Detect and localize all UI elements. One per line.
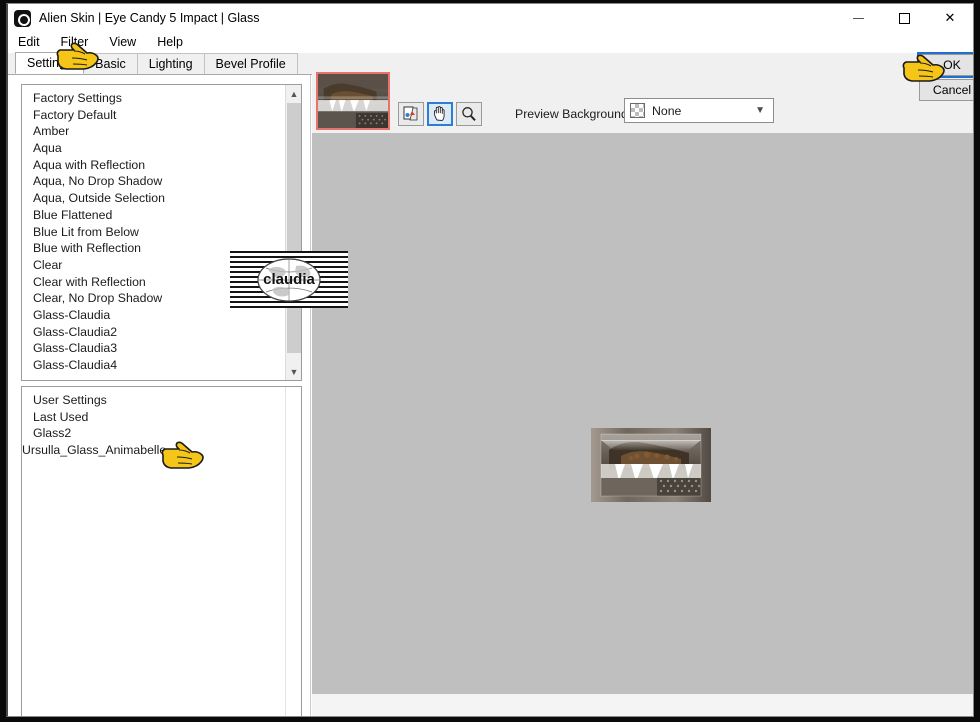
user-settings-list-items: User Settings Last Used Glass2 Ursulla_G… xyxy=(22,387,285,716)
list-item[interactable]: Aqua with Reflection xyxy=(22,157,285,174)
list-item[interactable]: Amber xyxy=(22,123,285,140)
title-bar: Alien Skin | Eye Candy 5 Impact | Glass … xyxy=(8,4,973,32)
list-item[interactable]: Glass-Claudia xyxy=(22,307,285,324)
list-item[interactable]: Glass-Claudia2 xyxy=(22,324,285,341)
screen-root: Alien Skin | Eye Candy 5 Impact | Glass … xyxy=(0,0,980,722)
list-item[interactable]: Factory Default xyxy=(22,107,285,124)
application-window: Alien Skin | Eye Candy 5 Impact | Glass … xyxy=(6,3,974,717)
menu-item-view[interactable]: View xyxy=(109,35,136,49)
user-list-scrollbar[interactable] xyxy=(285,387,301,716)
thumbnail-image xyxy=(318,74,388,128)
list-item[interactable]: Factory Settings xyxy=(22,90,285,107)
hand-pan-tool-button[interactable] xyxy=(427,102,453,126)
cancel-button[interactable]: Cancel xyxy=(919,79,973,101)
list-item[interactable]: Glass2 xyxy=(22,425,285,442)
watermark-globe-icon: claudia xyxy=(257,257,321,302)
zoom-tool-button[interactable] xyxy=(456,102,482,126)
menu-item-filter[interactable]: Filter xyxy=(61,35,89,49)
selected-user-setting[interactable]: Ursulla_Glass_Animabelle xyxy=(22,443,166,457)
preview-image-container[interactable] xyxy=(591,428,711,502)
list-item[interactable]: Glass-Claudia3 xyxy=(22,340,285,357)
list-item[interactable]: Glass-Claudia4 xyxy=(22,357,285,374)
ok-button[interactable]: OK xyxy=(917,52,973,78)
preview-panel: Preview Background: None ▼ xyxy=(312,53,973,716)
window-controls: ✕ xyxy=(835,4,973,32)
list-item[interactable]: Blue Lit from Below xyxy=(22,224,285,241)
chevron-up-icon[interactable]: ▲ xyxy=(286,85,301,102)
list-item[interactable]: Blue Flattened xyxy=(22,207,285,224)
user-settings-list[interactable]: User Settings Last Used Glass2 Ursulla_G… xyxy=(21,386,302,716)
menu-item-help[interactable]: Help xyxy=(157,35,183,49)
image-pin-tool-button[interactable] xyxy=(398,102,424,126)
menu-bar: Edit Filter View Help xyxy=(8,32,973,52)
chevron-down-icon[interactable]: ▼ xyxy=(286,363,301,380)
menu-item-edit[interactable]: Edit xyxy=(18,35,40,49)
tab-bevel-profile[interactable]: Bevel Profile xyxy=(203,53,298,74)
settings-panel: Factory Settings Factory Default Amber A… xyxy=(8,75,311,716)
factory-settings-list[interactable]: Factory Settings Factory Default Amber A… xyxy=(21,84,302,381)
close-icon[interactable]: ✕ xyxy=(927,4,973,32)
preview-toolbar: Preview Background: None ▼ xyxy=(312,53,973,133)
preview-background-select[interactable]: None ▼ xyxy=(624,98,774,123)
list-item[interactable]: Aqua, Outside Selection xyxy=(22,190,285,207)
list-item[interactable]: Ursulla_Glass_Animabelle xyxy=(22,442,285,459)
tab-settings[interactable]: Settings xyxy=(15,52,85,74)
magnifier-icon xyxy=(462,107,476,121)
preview-thumbnail[interactable] xyxy=(316,72,390,130)
tab-lighting[interactable]: Lighting xyxy=(136,53,205,74)
chevron-down-icon[interactable]: ▼ xyxy=(755,105,765,116)
hand-icon xyxy=(433,106,445,122)
preview-background-value: None xyxy=(652,103,682,118)
claudia-watermark: claudia xyxy=(230,251,348,308)
list-item[interactable]: User Settings xyxy=(22,392,285,409)
factory-settings-list-items: Factory Settings Factory Default Amber A… xyxy=(22,85,285,380)
scrollbar-thumb[interactable] xyxy=(287,103,301,353)
status-bar xyxy=(312,694,973,716)
alien-skin-app-icon xyxy=(14,9,31,27)
tab-basic[interactable]: Basic xyxy=(83,53,138,74)
maximize-button[interactable] xyxy=(881,4,927,32)
list-item[interactable]: Last Used xyxy=(22,409,285,426)
list-item[interactable]: Aqua xyxy=(22,140,285,157)
watermark-text: claudia xyxy=(263,271,315,288)
image-pin-icon xyxy=(403,106,418,121)
window-title: Alien Skin | Eye Candy 5 Impact | Glass xyxy=(39,11,260,25)
preview-canvas[interactable] xyxy=(312,133,973,694)
minimize-button[interactable] xyxy=(835,4,881,32)
checkerboard-transparency-icon xyxy=(630,103,645,118)
preview-background-label: Preview Background: xyxy=(515,107,632,121)
preview-image xyxy=(591,428,711,502)
list-item[interactable]: Aqua, No Drop Shadow xyxy=(22,173,285,190)
factory-list-scrollbar[interactable]: ▲ ▼ xyxy=(285,85,301,380)
